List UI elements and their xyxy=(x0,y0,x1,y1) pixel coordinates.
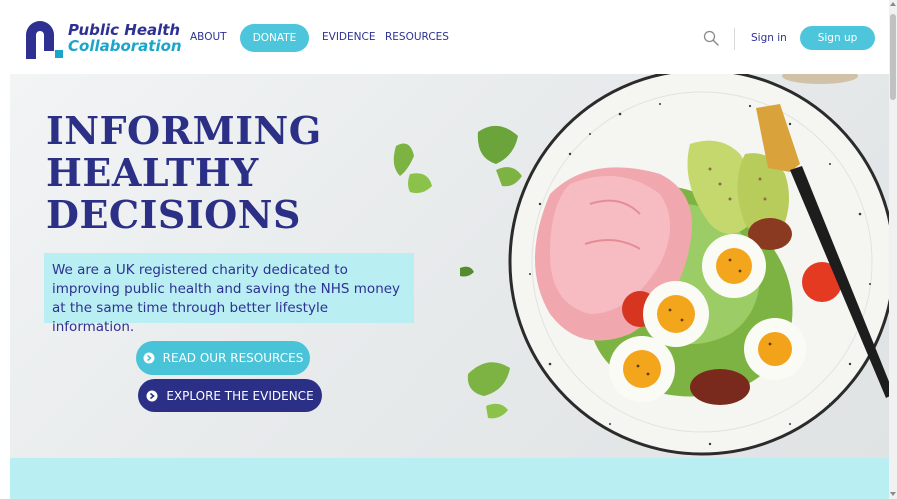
sign-up-button[interactable]: Sign up xyxy=(800,26,875,50)
explore-evidence-button[interactable]: EXPLORE THE EVIDENCE xyxy=(138,379,322,412)
explore-evidence-label: EXPLORE THE EVIDENCE xyxy=(166,388,314,403)
hero-title-line: INFORMING xyxy=(46,108,322,153)
logo-name-line1: Public Health xyxy=(68,21,181,39)
read-resources-button[interactable]: READ OUR RESOURCES xyxy=(136,341,310,375)
logo-name-line2: Collaboration xyxy=(68,37,182,55)
header-divider xyxy=(734,28,735,50)
hero-description: We are a UK registered charity dedicated… xyxy=(52,262,401,335)
logo[interactable]: Public Health Collaboration xyxy=(24,19,182,59)
nav-resources[interactable]: RESOURCES xyxy=(385,31,449,43)
nav-about[interactable]: ABOUT xyxy=(190,31,227,43)
logo-wordmark: Public Health Collaboration xyxy=(68,22,182,54)
next-section-band xyxy=(10,458,889,499)
scroll-up-icon[interactable] xyxy=(890,2,896,6)
read-resources-label: READ OUR RESOURCES xyxy=(162,351,304,365)
scroll-down-icon[interactable] xyxy=(890,492,896,496)
site-header: Public Health Collaboration ABOUT DONATE… xyxy=(0,0,889,74)
scrollbar[interactable] xyxy=(889,0,897,499)
hero-title: INFORMING HEALTHY DECISIONS xyxy=(46,110,322,236)
circle-arrow-right-icon xyxy=(143,352,155,364)
donate-button[interactable]: DONATE xyxy=(240,24,309,52)
hero-title-line: HEALTHY xyxy=(46,150,259,195)
hero-section: INFORMING HEALTHY DECISIONS We are a UK … xyxy=(10,74,889,458)
sign-in-link[interactable]: Sign in xyxy=(751,32,787,44)
logo-icon xyxy=(26,21,63,59)
nav-evidence[interactable]: EVIDENCE xyxy=(322,31,375,43)
scrollbar-thumb[interactable] xyxy=(890,14,896,100)
hero-title-line: DECISIONS xyxy=(46,192,301,237)
hero-description-box: We are a UK registered charity dedicated… xyxy=(44,253,414,335)
search-icon[interactable] xyxy=(703,30,719,46)
circle-arrow-right-icon xyxy=(146,390,158,401)
